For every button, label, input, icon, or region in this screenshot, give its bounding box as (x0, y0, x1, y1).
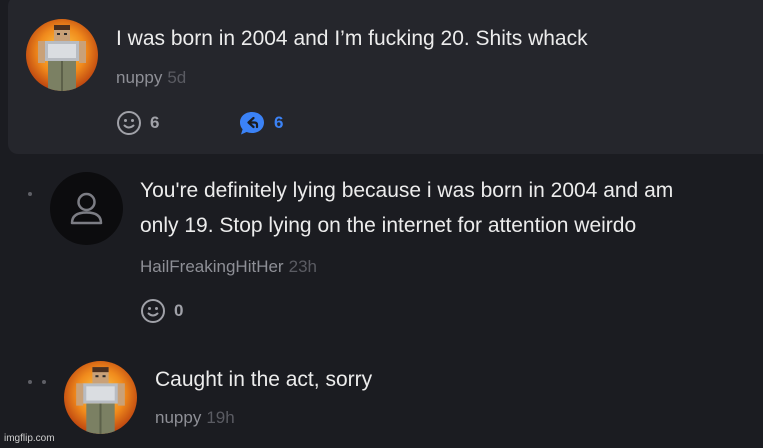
comment-text-line: You're definitely lying because i was bo… (140, 179, 674, 202)
thread-indent-dot (42, 380, 46, 384)
reaction-button[interactable]: 0 (140, 298, 183, 324)
thread-indent-dot (28, 380, 32, 384)
reply-count: 6 (274, 113, 284, 132)
comment-author[interactable]: nuppy (155, 408, 201, 427)
comment-age: 23h (288, 257, 317, 276)
thread-indent-dot (28, 192, 32, 196)
comment-text-line: Caught in the act, sorry (155, 368, 373, 391)
avatar[interactable] (64, 361, 137, 434)
comment-age: 19h (206, 408, 235, 427)
smiley-icon (141, 299, 165, 323)
comment-age: 5d (167, 68, 187, 87)
user-silhouette-icon (70, 192, 103, 225)
comment-text: Caught in the act, sorry (155, 362, 372, 397)
comment-author[interactable]: HailFreakingHitHer (140, 257, 284, 276)
watermark: imgflip.com (4, 433, 55, 444)
comment-meta: HailFreakingHitHer 23h (140, 257, 317, 277)
comment-author[interactable]: nuppy (116, 68, 162, 87)
comment-meta: nuppy 19h (155, 408, 235, 428)
smiley-icon (117, 111, 141, 135)
reply-button[interactable]: 6 (238, 110, 283, 136)
comment-meta: nuppy 5d (116, 68, 186, 88)
reaction-count: 6 (150, 113, 160, 132)
avatar[interactable] (50, 172, 123, 245)
avatar[interactable] (26, 19, 98, 91)
reply-bubble-icon (240, 112, 264, 135)
reaction-button[interactable]: 6 (116, 110, 159, 136)
comment-text-line: I was born in 2004 and I’m fucking 20. S… (116, 27, 588, 50)
comment-text-line: only 19. Stop lying on the internet for … (140, 214, 637, 237)
reaction-count: 0 (174, 301, 184, 320)
comment-text: You're definitely lying because i was bo… (140, 173, 673, 243)
comment-text: I was born in 2004 and I’m fucking 20. S… (116, 21, 588, 56)
